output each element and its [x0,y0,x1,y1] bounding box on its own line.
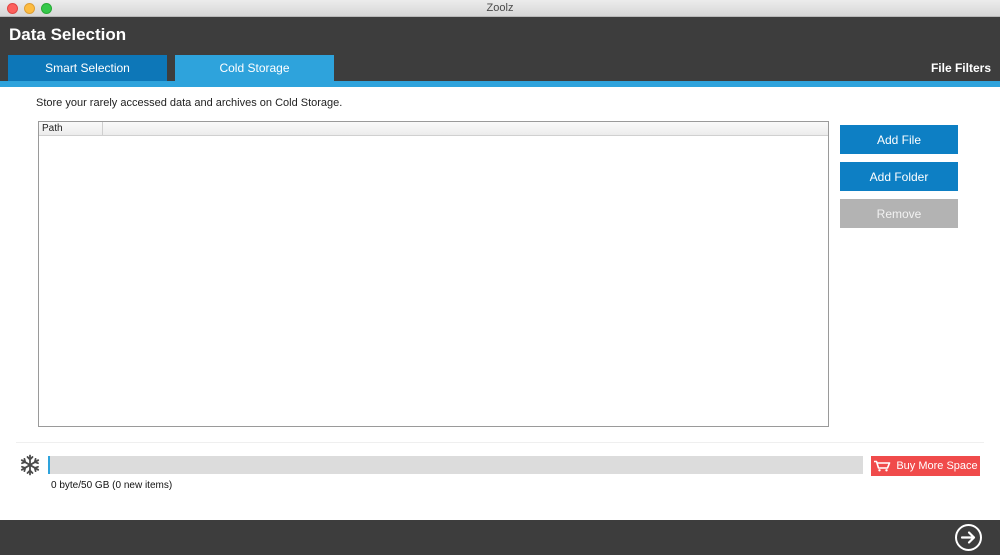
buy-more-space-label: Buy More Space [896,460,978,472]
add-folder-button[interactable]: Add Folder [840,162,958,191]
window-titlebar: Zoolz [0,0,1000,17]
cold-storage-description: Store your rarely accessed data and arch… [36,97,343,109]
storage-usage-bar [48,456,863,474]
app-header: Data Selection Smart Selection Cold Stor… [0,17,1000,81]
file-filters-link[interactable]: File Filters [931,61,991,75]
snowflake-icon [20,454,40,476]
window-title: Zoolz [486,2,514,14]
cart-icon [874,460,891,472]
arrow-right-circle-icon[interactable] [954,523,983,552]
tab-accent-line [0,81,1000,87]
page-title: Data Selection [9,25,127,44]
buy-more-space-button[interactable]: Buy More Space [871,456,980,476]
storage-usage-text: 0 byte/50 GB (0 new items) [51,480,173,491]
table-header: Path [39,122,828,136]
remove-button[interactable]: Remove [840,199,958,228]
column-header-path[interactable]: Path [39,122,103,135]
table-body[interactable] [39,136,828,426]
tab-smart-selection[interactable]: Smart Selection [8,55,167,81]
add-file-button[interactable]: Add File [840,125,958,154]
app-footer [0,520,1000,555]
divider [16,442,984,443]
file-list-table[interactable]: Path [38,121,829,427]
tab-cold-storage[interactable]: Cold Storage [175,55,334,81]
